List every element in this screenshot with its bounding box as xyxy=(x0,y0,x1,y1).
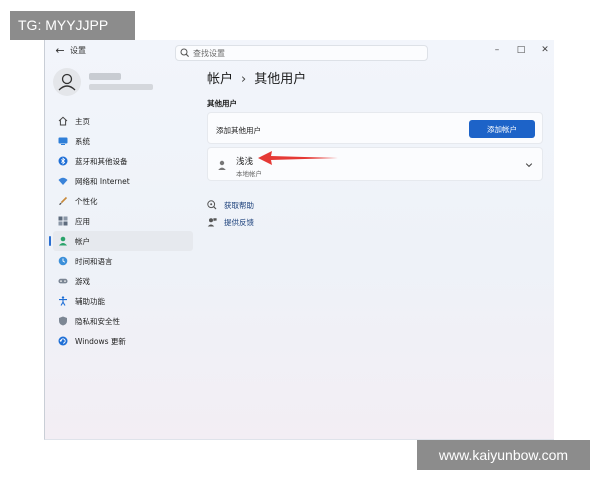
sidebar-item-bluetooth[interactable]: 蓝牙和其他设备 xyxy=(53,151,193,171)
breadcrumb: 帐户 › 其他用户 xyxy=(207,68,306,87)
brush-icon xyxy=(58,196,68,206)
feedback-icon xyxy=(207,217,217,227)
sidebar-item-accessibility[interactable]: 辅助功能 xyxy=(53,291,193,311)
get-help-link[interactable]: 获取帮助 xyxy=(207,198,254,212)
sidebar-nav: 主页 系统 蓝牙和其他设备 网络和 Internet 个性化 应用 帐户 时间和… xyxy=(49,111,193,351)
shield-icon xyxy=(58,316,68,326)
breadcrumb-separator: › xyxy=(241,72,247,87)
settings-window: ← 设置 – □ ✕ 主页 xyxy=(44,40,554,440)
monitor-icon xyxy=(58,136,68,146)
give-feedback-label: 提供反馈 xyxy=(224,217,254,227)
sidebar-item-label: 网络和 Internet xyxy=(75,176,130,186)
get-help-label: 获取帮助 xyxy=(224,200,254,210)
sidebar-item-label: 个性化 xyxy=(75,196,98,206)
person-icon xyxy=(58,73,76,91)
add-user-label: 添加其他用户 xyxy=(216,126,261,135)
apps-icon xyxy=(58,216,68,226)
profile-email-redacted xyxy=(89,84,153,90)
close-button[interactable]: ✕ xyxy=(535,42,554,58)
sidebar-item-time-language[interactable]: 时间和语言 xyxy=(53,251,193,271)
avatar xyxy=(53,68,81,96)
search-input[interactable] xyxy=(193,47,413,59)
chevron-down-icon[interactable] xyxy=(524,160,534,170)
sidebar-item-label: 帐户 xyxy=(75,236,90,246)
user-icon xyxy=(218,160,226,170)
sidebar-item-label: 蓝牙和其他设备 xyxy=(75,156,128,166)
sidebar-item-accounts[interactable]: 帐户 xyxy=(49,231,193,251)
minimize-button[interactable]: – xyxy=(487,42,507,58)
search-icon xyxy=(180,48,189,57)
sidebar-item-label: 隐私和安全性 xyxy=(75,316,120,326)
profile-header[interactable] xyxy=(53,68,193,100)
sidebar-item-network[interactable]: 网络和 Internet xyxy=(53,171,193,191)
sidebar-item-label: 应用 xyxy=(75,216,90,226)
section-heading: 其他用户 xyxy=(207,99,237,108)
sidebar-item-label: Windows 更新 xyxy=(75,336,126,346)
sidebar-item-label: 辅助功能 xyxy=(75,296,105,306)
app-title: 设置 xyxy=(70,46,86,55)
home-icon xyxy=(58,116,68,126)
back-arrow-icon[interactable]: ← xyxy=(53,44,67,58)
watermark-top-left: TG: MYYJJPP xyxy=(10,11,135,40)
page-title: 其他用户 xyxy=(254,72,307,87)
user-name: 浅浅 xyxy=(236,157,254,167)
user-account-type: 本地帐户 xyxy=(236,170,262,178)
person-icon xyxy=(58,236,68,246)
give-feedback-link[interactable]: 提供反馈 xyxy=(207,215,254,229)
bluetooth-icon xyxy=(58,156,68,166)
maximize-button[interactable]: □ xyxy=(511,42,531,58)
wifi-icon xyxy=(58,176,68,186)
accessibility-icon xyxy=(58,296,68,306)
sidebar-item-label: 系统 xyxy=(75,136,90,146)
search-box[interactable] xyxy=(175,45,428,61)
globe-clock-icon xyxy=(58,256,68,266)
gamepad-icon xyxy=(58,276,68,286)
sidebar-item-label: 时间和语言 xyxy=(75,256,113,266)
sidebar-item-label: 游戏 xyxy=(75,276,90,286)
profile-name-redacted xyxy=(89,73,121,80)
title-bar: ← 设置 – □ ✕ xyxy=(45,40,554,62)
user-entry-card[interactable]: 浅浅 本地帐户 xyxy=(207,147,543,181)
sidebar-item-home[interactable]: 主页 xyxy=(53,111,193,131)
sidebar-item-apps[interactable]: 应用 xyxy=(53,211,193,231)
sidebar-item-gaming[interactable]: 游戏 xyxy=(53,271,193,291)
help-icon xyxy=(207,200,217,210)
sidebar-item-personalization[interactable]: 个性化 xyxy=(53,191,193,211)
update-icon xyxy=(58,336,68,346)
sidebar-item-label: 主页 xyxy=(75,116,90,126)
add-user-card: 添加其他用户 添加帐户 xyxy=(207,112,543,144)
sidebar-item-system[interactable]: 系统 xyxy=(53,131,193,151)
watermark-bottom-right: www.kaiyunbow.com xyxy=(417,440,590,470)
add-account-button[interactable]: 添加帐户 xyxy=(469,120,535,138)
sidebar-item-privacy[interactable]: 隐私和安全性 xyxy=(53,311,193,331)
breadcrumb-parent[interactable]: 帐户 xyxy=(207,72,233,87)
sidebar-item-windows-update[interactable]: Windows 更新 xyxy=(53,331,193,351)
